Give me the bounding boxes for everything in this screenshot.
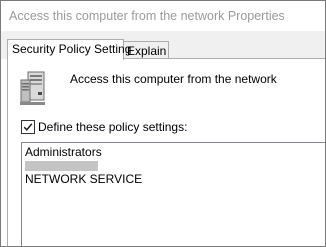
checkmark-icon [23,123,33,131]
define-policy-checkbox[interactable] [21,120,35,134]
policy-name: Access this computer from the network [70,72,277,86]
server-computer-icon [19,70,47,106]
define-policy-label: Define these policy settings: [38,120,188,134]
list-item[interactable]: Administrators [25,146,102,159]
tab-strip: Security Policy Setting Explain [1,31,325,60]
accounts-listbox[interactable]: Administrators NETWORK SERVICE [21,142,325,246]
window-title: Access this computer from the network Pr… [9,9,285,23]
list-item[interactable]: NETWORK SERVICE [25,173,142,186]
list-item-redacted[interactable] [25,161,98,171]
title-bar[interactable]: Access this computer from the network Pr… [1,1,325,31]
properties-dialog: Access this computer from the network Pr… [0,0,326,247]
tab-security-policy-setting[interactable]: Security Policy Setting [7,39,131,60]
